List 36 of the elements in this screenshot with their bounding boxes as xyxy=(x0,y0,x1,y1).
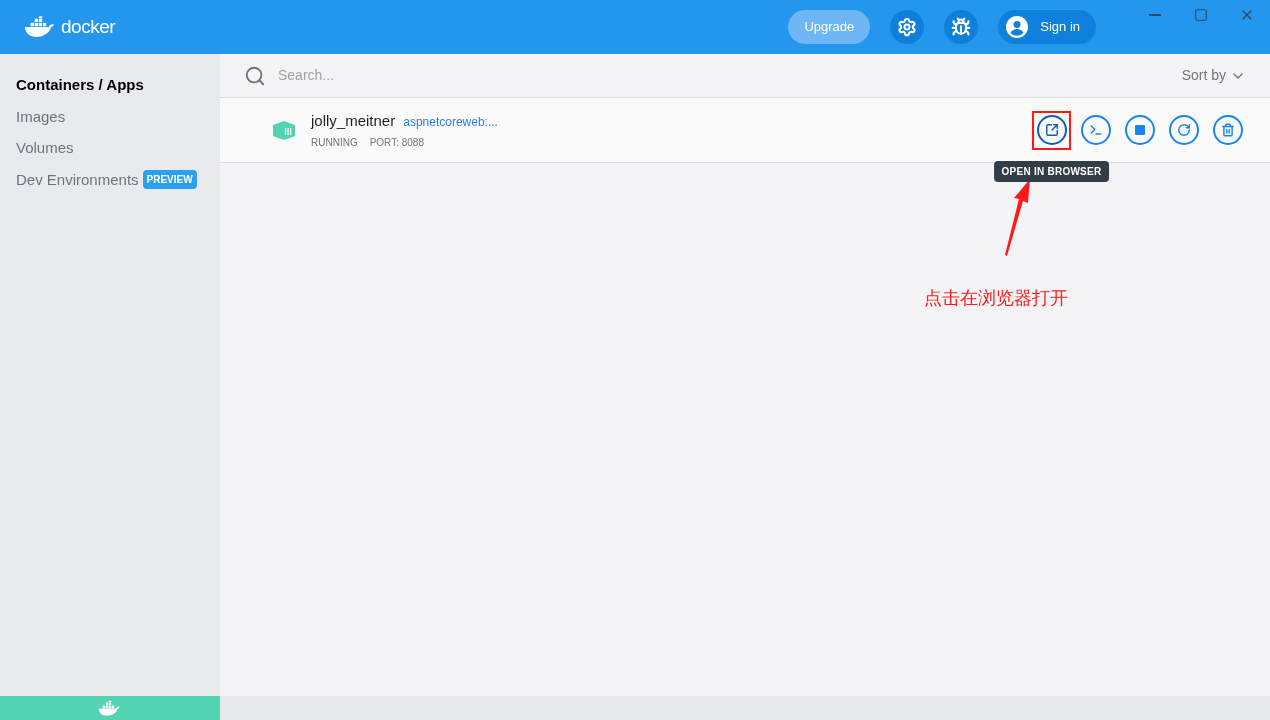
container-name: jolly_meitner xyxy=(311,111,396,132)
delete-button[interactable] xyxy=(1212,115,1243,145)
sidebar-item[interactable]: Containers / Apps xyxy=(16,74,144,97)
container-icon xyxy=(273,120,295,140)
sort-by-dropdown[interactable]: Sort by xyxy=(1181,65,1246,86)
restart-button[interactable] xyxy=(1168,115,1199,145)
search-icon xyxy=(244,64,266,87)
cli-button[interactable] xyxy=(1080,115,1111,145)
settings-icon xyxy=(897,17,918,37)
stop-icon xyxy=(1134,125,1145,135)
maximize-icon xyxy=(1194,8,1208,22)
preview-badge: PREVIEW xyxy=(142,170,197,190)
settings-button[interactable] xyxy=(890,10,925,44)
terminal-icon xyxy=(1088,123,1103,137)
image-link[interactable]: aspnetcoreweb:... xyxy=(403,113,498,132)
container-status: RUNNING xyxy=(311,135,358,150)
upgrade-button[interactable]: Upgrade xyxy=(788,10,871,44)
container-port: PORT: 8088 xyxy=(369,135,424,150)
sidebar-item[interactable]: Dev Environments xyxy=(16,168,139,191)
minimize-icon xyxy=(1149,14,1161,16)
annotation-text: 点击在浏览器打开 xyxy=(924,286,1068,310)
bug-icon xyxy=(951,17,972,37)
bug-report-button[interactable] xyxy=(944,10,979,44)
sign-in-button[interactable]: Sign in xyxy=(998,10,1096,44)
tooltip: OPEN IN BROWSER xyxy=(993,160,1110,182)
whale-icon xyxy=(98,699,122,717)
whale-logo-icon xyxy=(24,16,57,38)
trash-icon xyxy=(1220,123,1235,137)
user-avatar-icon xyxy=(1006,16,1029,38)
sidebar-item[interactable]: Volumes xyxy=(16,137,74,160)
restart-icon xyxy=(1176,123,1191,137)
search-field[interactable]: Search... xyxy=(278,65,1182,86)
external-link-icon xyxy=(1044,123,1059,137)
stop-button[interactable] xyxy=(1124,115,1155,145)
sidebar-item[interactable]: Images xyxy=(16,105,66,128)
logo-text: docker xyxy=(61,14,116,39)
